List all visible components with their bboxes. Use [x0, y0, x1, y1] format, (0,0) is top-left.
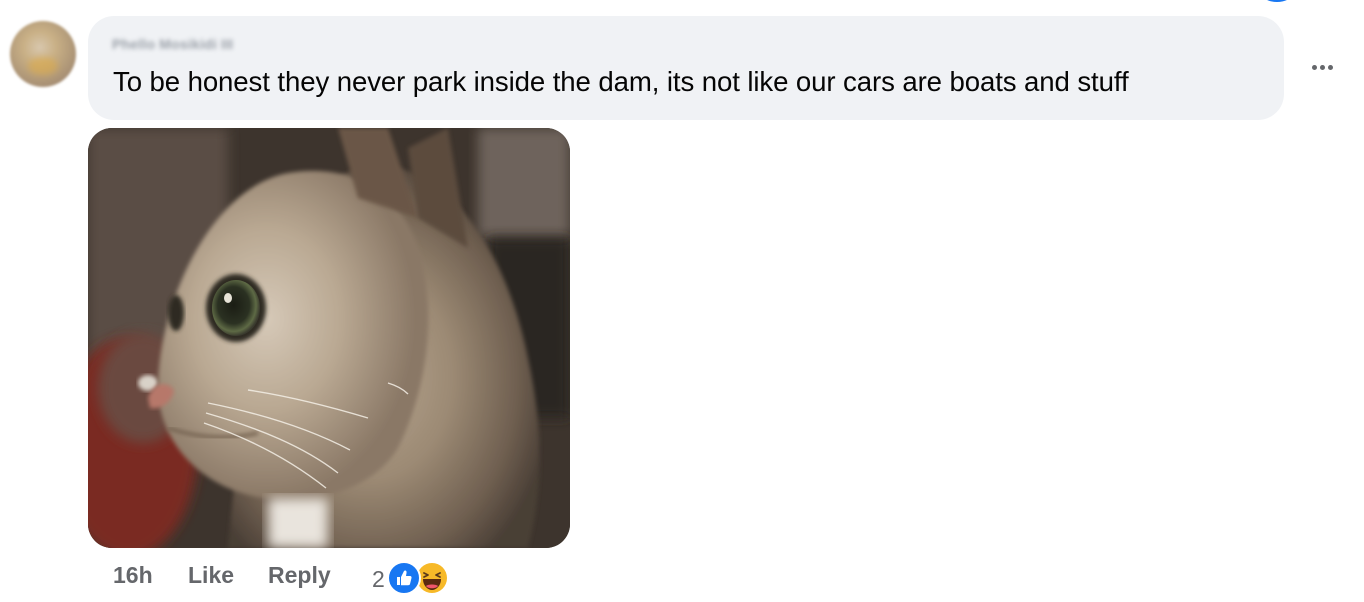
more-options-button[interactable] [1305, 52, 1339, 82]
comment-bubble: Phello Mosikidi III To be honest they ne… [88, 16, 1284, 120]
comment-text: To be honest they never park inside the … [113, 66, 1129, 97]
avatar[interactable] [10, 21, 76, 87]
like-reaction-icon [386, 561, 421, 595]
comment-actions: 16h Like Reply 2 [0, 560, 600, 596]
comment-root: Phello Mosikidi III To be honest they ne… [0, 0, 1364, 602]
reply-button[interactable]: Reply [268, 562, 331, 589]
more-horizontal-icon [1311, 64, 1317, 70]
more-horizontal-icon-dot [1319, 64, 1325, 70]
comment-timestamp[interactable]: 16h [113, 562, 153, 589]
reactions-summary[interactable]: 2 [372, 560, 449, 596]
like-button[interactable]: Like [188, 562, 234, 589]
more-horizontal-icon-dot [1327, 64, 1333, 70]
comment-author-name[interactable]: Phello Mosikidi III [112, 36, 233, 52]
comment-photo-attachment[interactable] [88, 128, 570, 548]
notification-badge [1262, 0, 1292, 2]
reaction-count: 2 [372, 565, 385, 592]
cat-photo-image [88, 128, 570, 548]
